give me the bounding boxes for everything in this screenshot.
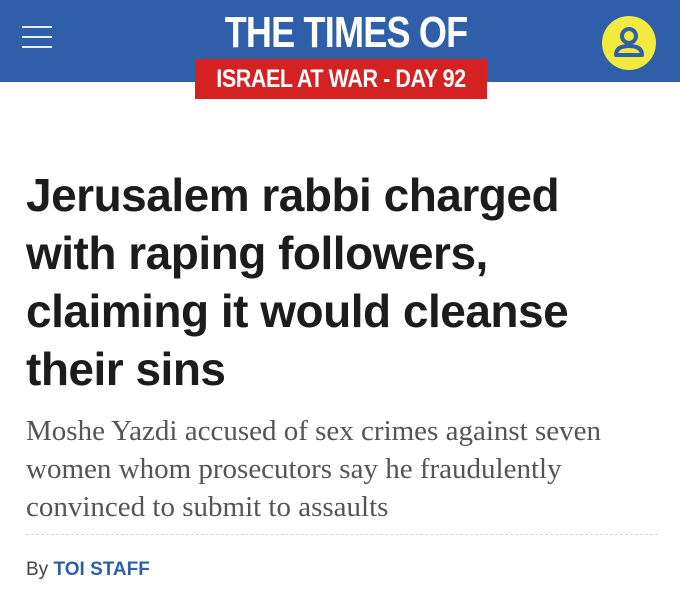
article-headline: Jerusalem rabbi charged with raping foll… [26,169,569,395]
byline-divider [26,534,658,535]
war-day-badge[interactable]: ISRAEL AT WAR - DAY 92 [195,59,487,99]
menu-line [22,36,52,38]
user-glyph [614,27,644,57]
byline-prefix: By [26,559,49,580]
hamburger-menu-icon[interactable] [22,22,52,52]
war-day-badge-label: ISRAEL AT WAR - DAY 92 [216,65,466,93]
user-account-icon[interactable] [602,16,656,70]
article-subhead: Moshe Yazdi accused of sex crimes agains… [26,415,602,523]
menu-line [22,26,52,28]
menu-line [22,46,52,48]
byline: By TOI STAFF [26,558,150,582]
author-link[interactable]: TOI STAFF [53,559,149,580]
